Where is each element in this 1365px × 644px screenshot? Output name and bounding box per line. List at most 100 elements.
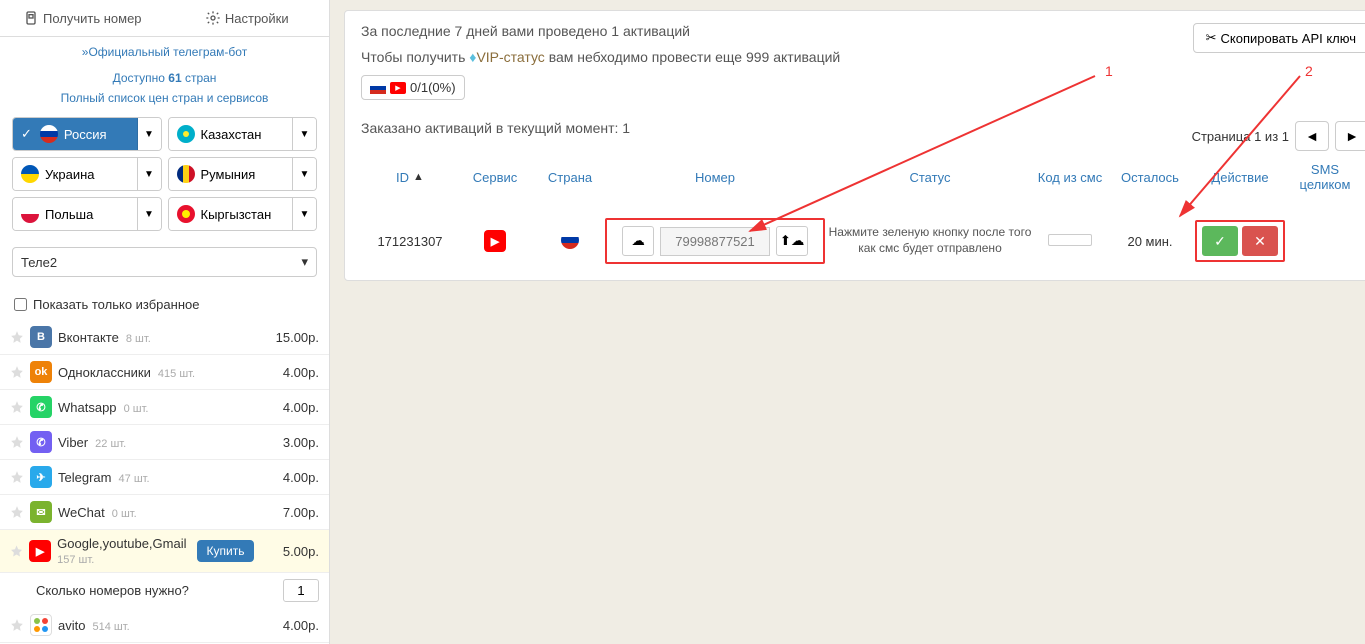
copy-api-key-button[interactable]: ✂ Скопировать API ключ bbox=[1193, 23, 1365, 53]
country-kg-dropdown[interactable]: ▼ bbox=[292, 198, 316, 230]
service-row[interactable]: ✉ WeChat 0 шт. 7.00р. bbox=[0, 495, 329, 530]
gear-icon bbox=[205, 10, 221, 26]
country-kg-button[interactable]: Кыргызстан bbox=[169, 198, 293, 230]
quantity-label: Сколько номеров нужно? bbox=[10, 583, 275, 598]
price-list-link[interactable]: Полный список цен стран и сервисов bbox=[0, 89, 329, 113]
country-button-group: Украина▼ bbox=[12, 157, 162, 191]
service-row[interactable]: ✆ Viber 22 шт. 3.00р. bbox=[0, 425, 329, 460]
service-name: WeChat 0 шт. bbox=[58, 505, 257, 520]
service-row[interactable]: ok Одноклассники 415 шт. 4.00р. bbox=[0, 355, 329, 390]
page-prev-button[interactable]: ◄ bbox=[1295, 121, 1329, 151]
col-id[interactable]: ID ▲ bbox=[365, 170, 455, 185]
service-count: 514 шт. bbox=[89, 621, 129, 633]
country-pl-dropdown[interactable]: ▼ bbox=[137, 198, 161, 230]
annotation-label-2: 2 bbox=[1305, 63, 1313, 79]
star-icon[interactable] bbox=[10, 435, 24, 449]
service-vb-icon: ✆ bbox=[30, 431, 52, 453]
col-left: Осталось bbox=[1105, 170, 1195, 185]
col-sms: SMS целиком bbox=[1285, 162, 1365, 192]
table-header: ID ▲ Сервис Страна Номер Статус Код из с… bbox=[361, 152, 1365, 202]
country-ru-dropdown[interactable]: ▼ bbox=[137, 118, 161, 150]
service-name: Telegram 47 шт. bbox=[58, 470, 257, 485]
countries-available: Доступно 61 стран bbox=[0, 67, 329, 89]
table-row: 171231307 ▶ ☁ ⬆☁ Нажмите зеленую кнопку … bbox=[361, 202, 1365, 280]
cell-left: 20 мин. bbox=[1105, 234, 1195, 249]
copy-icon: ✂ bbox=[1206, 30, 1217, 46]
service-price: 4.00р. bbox=[263, 400, 319, 415]
country-ua-dropdown[interactable]: ▼ bbox=[137, 158, 161, 190]
service-price: 7.00р. bbox=[263, 505, 319, 520]
service-row[interactable]: avito 514 шт. 4.00р. bbox=[0, 608, 329, 643]
star-icon[interactable] bbox=[10, 365, 24, 379]
service-ok-icon: ok bbox=[30, 361, 52, 383]
flag-ua-icon bbox=[21, 165, 39, 183]
cloud-upload-button[interactable]: ⬆☁ bbox=[776, 226, 808, 256]
service-tg-icon: ✈ bbox=[30, 466, 52, 488]
service-name: Google,youtube,Gmail 157 шт. bbox=[57, 536, 190, 566]
pagination: Страница 1 из 1 ◄ ► bbox=[1192, 121, 1365, 151]
cell-number: ☁ ⬆☁ bbox=[605, 218, 825, 264]
favorites-only-label: Показать только избранное bbox=[33, 297, 199, 312]
flag-kz-icon bbox=[177, 125, 195, 143]
service-count: 47 шт. bbox=[115, 473, 149, 485]
cloud-icon-button[interactable]: ☁ bbox=[622, 226, 654, 256]
activation-counter[interactable]: ▶ 0/1(0%) bbox=[361, 75, 465, 100]
quantity-input[interactable] bbox=[283, 579, 319, 602]
col-action: Действие bbox=[1195, 170, 1285, 185]
favorites-only-checkbox[interactable]: Показать только избранное bbox=[0, 289, 329, 320]
country-kz-dropdown[interactable]: ▼ bbox=[292, 118, 316, 150]
star-icon[interactable] bbox=[10, 505, 24, 519]
country-pl-button[interactable]: Польша bbox=[13, 198, 137, 230]
service-av-icon bbox=[30, 614, 52, 636]
country-button-group: Кыргызстан▼ bbox=[168, 197, 318, 231]
tab-settings-label: Настройки bbox=[225, 11, 289, 26]
annotation-label-1: 1 bbox=[1105, 63, 1113, 79]
cancel-button[interactable]: ✕ bbox=[1242, 226, 1278, 256]
col-status: Статус bbox=[825, 170, 1035, 185]
tab-settings[interactable]: Настройки bbox=[165, 0, 330, 36]
star-icon[interactable] bbox=[10, 330, 24, 344]
country-kz-button[interactable]: Казахстан bbox=[169, 118, 293, 150]
buy-button[interactable]: Купить bbox=[197, 540, 255, 562]
service-name: Одноклассники 415 шт. bbox=[58, 365, 257, 380]
cell-service: ▶ bbox=[455, 230, 535, 252]
favorites-only-input[interactable] bbox=[14, 298, 27, 311]
flag-ru-icon bbox=[40, 125, 58, 143]
star-icon[interactable] bbox=[10, 544, 23, 558]
service-count: 8 шт. bbox=[123, 333, 151, 345]
service-row[interactable]: ✆ Whatsapp 0 шт. 4.00р. bbox=[0, 390, 329, 425]
country-ua-button[interactable]: Украина bbox=[13, 158, 137, 190]
pagination-text: Страница 1 из 1 bbox=[1192, 129, 1289, 144]
service-row[interactable]: ✈ Telegram 47 шт. 4.00р. bbox=[0, 460, 329, 495]
service-row[interactable]: ▶ Google,youtube,Gmail 157 шт. Купить 5.… bbox=[0, 530, 329, 573]
star-icon[interactable] bbox=[10, 618, 24, 632]
activations-panel: ✂ Скопировать API ключ За последние 7 дн… bbox=[344, 10, 1365, 281]
service-price: 4.00р. bbox=[263, 618, 319, 633]
country-ru-button[interactable]: Россия bbox=[13, 118, 137, 150]
tab-get-number-label: Получить номер bbox=[43, 11, 142, 26]
page-next-button[interactable]: ► bbox=[1335, 121, 1365, 151]
country-ro-dropdown[interactable]: ▼ bbox=[292, 158, 316, 190]
cell-status: Нажмите зеленую кнопку после того как см… bbox=[825, 225, 1035, 256]
service-name: avito 514 шт. bbox=[58, 618, 257, 633]
service-row[interactable]: B Вконтакте 8 шт. 15.00р. bbox=[0, 320, 329, 355]
col-number: Номер bbox=[605, 170, 825, 185]
sidebar: Получить номер Настройки »Официальный те… bbox=[0, 0, 330, 644]
star-icon[interactable] bbox=[10, 400, 24, 414]
youtube-icon: ▶ bbox=[484, 230, 506, 252]
confirm-button[interactable]: ✓ bbox=[1202, 226, 1238, 256]
cell-code bbox=[1035, 234, 1105, 249]
operator-select[interactable]: Теле2 ▾ bbox=[12, 247, 317, 277]
service-price: 4.00р. bbox=[263, 470, 319, 485]
col-code: Код из смс bbox=[1035, 170, 1105, 185]
country-button-group: Казахстан▼ bbox=[168, 117, 318, 151]
youtube-icon: ▶ bbox=[390, 82, 406, 94]
star-icon[interactable] bbox=[10, 470, 24, 484]
country-ro-button[interactable]: Румыния bbox=[169, 158, 293, 190]
service-price: 3.00р. bbox=[263, 435, 319, 450]
col-country: Страна bbox=[535, 170, 605, 185]
progress-bar bbox=[1048, 234, 1092, 246]
telegram-bot-link[interactable]: »Официальный телеграм-бот bbox=[0, 37, 329, 67]
tab-get-number[interactable]: Получить номер bbox=[0, 0, 165, 36]
phone-number-field[interactable] bbox=[660, 227, 770, 256]
